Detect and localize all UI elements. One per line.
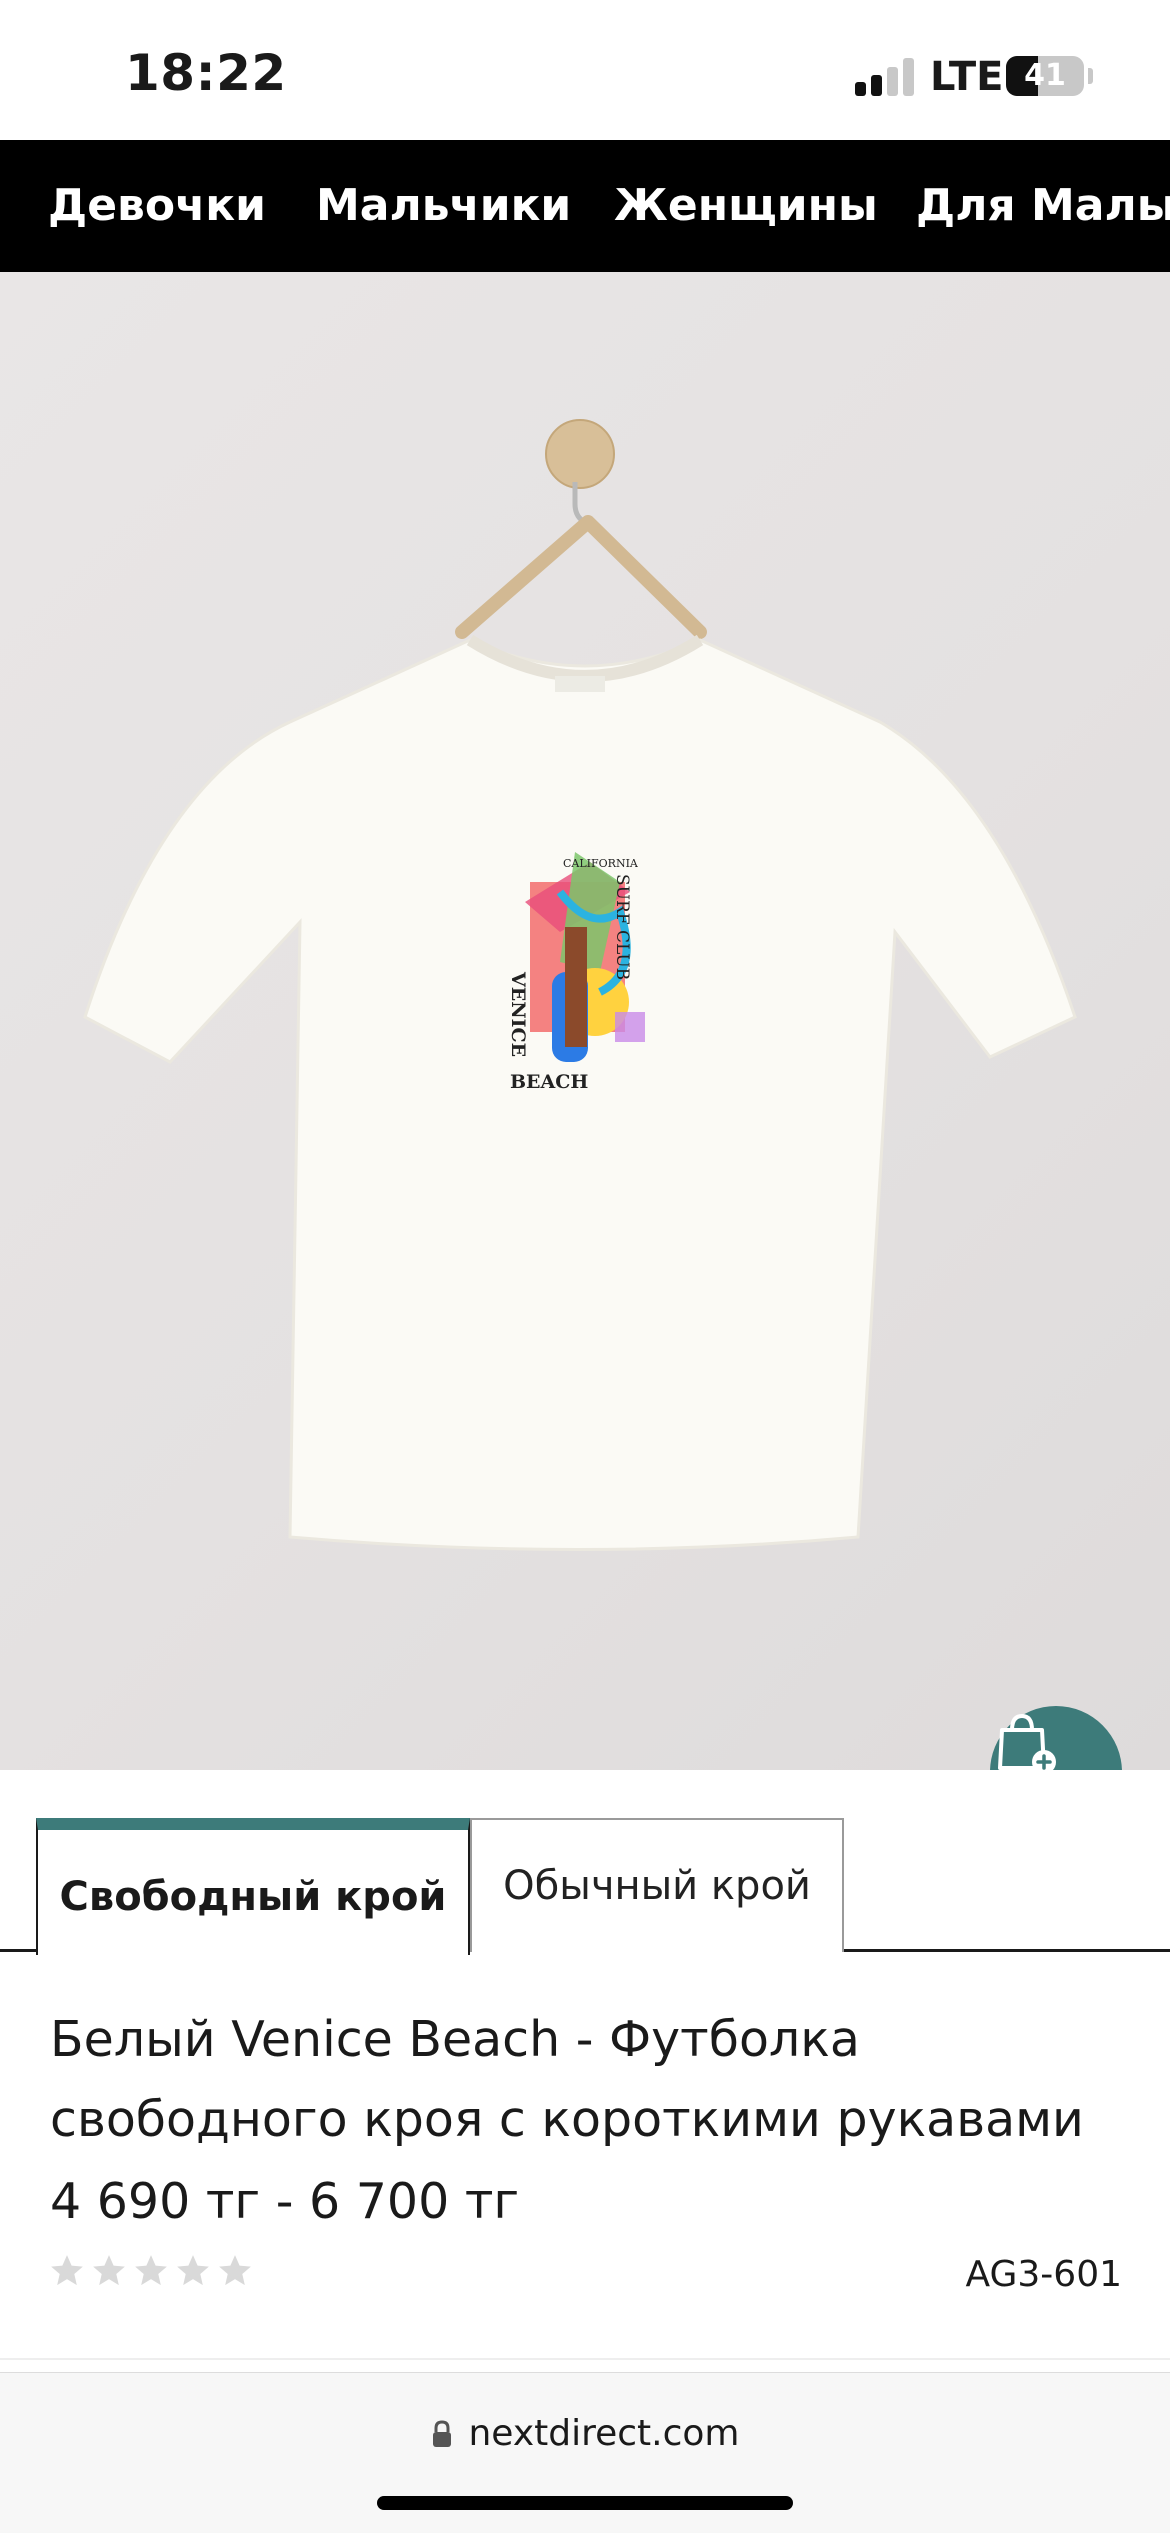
tab-loose-fit[interactable]: Свободный крой	[36, 1818, 470, 1955]
browser-address-bar[interactable]: nextdirect.com	[0, 2372, 1170, 2533]
network-label: LTE	[930, 54, 1004, 100]
url-text[interactable]: nextdirect.com	[468, 2413, 739, 2454]
svg-text:BEACH: BEACH	[510, 1071, 588, 1093]
product-title-line2: свободного кроя с короткими рукавами	[50, 2091, 1084, 2148]
svg-text:CALIFORNIA: CALIFORNIA	[563, 857, 639, 870]
nav-item-babies[interactable]: Для Малыш	[916, 140, 1170, 272]
signal-icon	[855, 58, 917, 96]
shopping-bag-add-icon	[998, 1713, 1056, 1770]
category-nav: Девочки Мальчики Женщины Для Малыш	[0, 140, 1170, 272]
product-sku: AG3-601	[965, 2254, 1123, 2295]
product-price: 4 690 тг - 6 700 тг	[50, 2173, 520, 2230]
svg-text:VENICE: VENICE	[507, 971, 529, 1057]
home-indicator[interactable]	[377, 2496, 793, 2510]
star-icon	[135, 2255, 167, 2286]
battery-level: 41	[1024, 58, 1066, 93]
url-wrap: nextdirect.com	[0, 2413, 1170, 2454]
nav-item-boys[interactable]: Мальчики	[316, 140, 571, 272]
rating-stars[interactable]	[48, 2252, 254, 2290]
nav-item-girls[interactable]: Девочки	[48, 140, 266, 272]
tshirt-illustration: CALIFORNIA SURF CLUB VENICE BEACH	[83, 419, 1077, 1551]
star-icon	[219, 2255, 251, 2286]
fit-tabs: Свободный крой Обычный крой	[0, 1818, 1170, 1955]
status-bar: 18:22 LTE 41	[0, 0, 1170, 140]
lock-icon	[433, 2419, 452, 2447]
divider	[0, 2358, 1170, 2360]
product-image[interactable]: CALIFORNIA SURF CLUB VENICE BEACH	[0, 272, 1170, 1770]
product-title[interactable]: Белый Venice Beach - Футболка свободного…	[50, 2000, 1120, 2160]
star-icon	[177, 2255, 209, 2286]
product-title-line1: Белый Venice Beach - Футболка	[50, 2011, 860, 2068]
star-icon	[93, 2255, 125, 2286]
svg-text:SURF CLUB: SURF CLUB	[612, 874, 632, 980]
battery-cap	[1088, 68, 1093, 84]
nav-item-women[interactable]: Женщины	[614, 140, 878, 272]
tab-regular-fit[interactable]: Обычный крой	[470, 1818, 844, 1952]
battery-icon: 41	[1006, 56, 1084, 96]
star-icon	[51, 2255, 83, 2286]
status-time: 18:22	[125, 44, 287, 102]
